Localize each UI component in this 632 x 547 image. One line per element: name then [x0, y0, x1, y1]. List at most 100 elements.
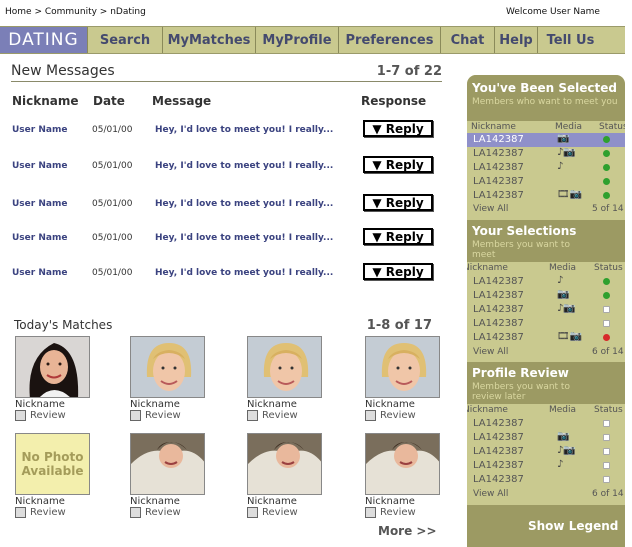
match-photo[interactable] [365, 433, 440, 495]
member-id[interactable]: LA142387 [473, 432, 524, 443]
member-id[interactable]: LA142387 [473, 290, 524, 301]
review-checkbox[interactable]: Review [247, 410, 337, 421]
member-row[interactable]: LA142387 📷 [467, 133, 625, 147]
message-text[interactable]: Hey, I'd love to meet you! I really... [155, 268, 333, 278]
review-checkbox[interactable]: Review [365, 507, 455, 518]
match-photo[interactable] [247, 336, 322, 398]
member-id[interactable]: LA142387 [473, 474, 524, 485]
reply-button[interactable]: ▼ Reply [363, 120, 433, 137]
member-row[interactable]: LA142387 📷 [467, 289, 625, 303]
member-id[interactable]: LA142387 [473, 148, 524, 159]
message-nickname[interactable]: User Name [12, 268, 67, 278]
member-row[interactable]: LA142387 ♪📷 [467, 147, 625, 161]
member-id[interactable]: LA142387 [473, 304, 524, 315]
message-date: 05/01/00 [92, 199, 133, 209]
match-nickname[interactable]: Nickname [247, 400, 337, 410]
match-card[interactable]: Nickname Review [247, 336, 337, 421]
no-photo-placeholder[interactable]: No Photo Available [15, 433, 90, 495]
media-icons: ♪ [557, 459, 564, 470]
member-row[interactable]: LA142387 [467, 175, 625, 189]
match-nickname[interactable]: Nickname [15, 497, 105, 507]
member-id[interactable]: LA142387 [473, 190, 524, 201]
member-row[interactable]: LA142387 [467, 317, 625, 331]
match-card[interactable]: Nickname Review [130, 433, 220, 518]
message-row[interactable]: User Name 05/01/00 Hey, I'd love to meet… [0, 262, 450, 286]
review-checkbox[interactable]: Review [15, 410, 105, 421]
reply-button[interactable]: ▼ Reply [363, 156, 433, 173]
message-text[interactable]: Hey, I'd love to meet you! I really... [155, 125, 333, 135]
review-checkbox[interactable]: Review [15, 507, 105, 518]
member-row[interactable]: LA142387 ♪📷 [467, 445, 625, 459]
review-checkbox[interactable]: Review [130, 410, 220, 421]
member-id[interactable]: LA142387 [473, 446, 524, 457]
member-row[interactable]: LA142387 ♪📷 [467, 303, 625, 317]
review-checkbox[interactable]: Review [365, 410, 455, 421]
message-nickname[interactable]: User Name [12, 233, 67, 243]
review-checkbox[interactable]: Review [247, 507, 337, 518]
message-row[interactable]: User Name 05/01/00 Hey, I'd love to meet… [0, 155, 450, 179]
member-row[interactable]: LA142387 ♪ [467, 275, 625, 289]
tab-search[interactable]: Search [88, 27, 163, 53]
review-label: Review [380, 506, 416, 518]
member-row[interactable]: LA142387 🎞📷 [467, 331, 625, 345]
message-text[interactable]: Hey, I'd love to meet you! I really... [155, 233, 333, 243]
match-photo[interactable] [365, 336, 440, 398]
member-id[interactable]: LA142387 [473, 332, 524, 343]
review-checkbox[interactable]: Review [130, 507, 220, 518]
member-id[interactable]: LA142387 [473, 418, 524, 429]
show-legend-button[interactable]: Show Legend [528, 519, 618, 533]
match-nickname[interactable]: Nickname [365, 497, 455, 507]
match-photo[interactable] [130, 336, 205, 398]
tab-chat[interactable]: Chat [441, 27, 495, 53]
member-row[interactable]: LA142387 ♪ [467, 161, 625, 175]
tab-mymatches[interactable]: MyMatches [163, 27, 256, 53]
match-photo[interactable] [247, 433, 322, 495]
tab-tell-us[interactable]: Tell Us [538, 27, 603, 53]
media-icons: ♪ [557, 275, 564, 286]
match-nickname[interactable]: Nickname [130, 497, 220, 507]
member-id[interactable]: LA142387 [473, 176, 524, 187]
member-row[interactable]: LA142387 [467, 417, 625, 431]
tab-help[interactable]: Help [495, 27, 538, 53]
message-row[interactable]: User Name 05/01/00 Hey, I'd love to meet… [0, 119, 450, 143]
message-text[interactable]: Hey, I'd love to meet you! I really... [155, 199, 333, 209]
message-row[interactable]: User Name 05/01/00 Hey, I'd love to meet… [0, 227, 450, 251]
reply-button[interactable]: ▼ Reply [363, 228, 433, 245]
member-id[interactable]: LA142387 [473, 276, 524, 287]
match-card[interactable]: Nickname Review [365, 433, 455, 518]
match-photo[interactable] [15, 336, 90, 398]
member-row[interactable]: LA142387 ♪ [467, 459, 625, 473]
match-card[interactable]: Nickname Review [15, 336, 105, 421]
match-card[interactable]: Nickname Review [247, 433, 337, 518]
more-matches-link[interactable]: More >> [378, 524, 437, 538]
match-card[interactable]: Nickname Review [365, 336, 455, 421]
member-id[interactable]: LA142387 [473, 162, 524, 173]
tab-myprofile[interactable]: MyProfile [256, 27, 339, 53]
match-card[interactable]: Nickname Review [130, 336, 220, 421]
tab-preferences[interactable]: Preferences [339, 27, 441, 53]
message-nickname[interactable]: User Name [12, 199, 67, 209]
view-all-link[interactable]: View All [473, 489, 508, 499]
member-row[interactable]: LA142387 [467, 473, 625, 487]
message-nickname[interactable]: User Name [12, 161, 67, 171]
match-nickname[interactable]: Nickname [130, 400, 220, 410]
member-id[interactable]: LA142387 [473, 134, 524, 145]
match-nickname[interactable]: Nickname [365, 400, 455, 410]
match-photo[interactable] [130, 433, 205, 495]
reply-button[interactable]: ▼ Reply [363, 194, 433, 211]
match-nickname[interactable]: Nickname [15, 400, 105, 410]
message-row[interactable]: User Name 05/01/00 Hey, I'd love to meet… [0, 193, 450, 217]
member-row[interactable]: LA142387 📷 [467, 431, 625, 445]
breadcrumb[interactable]: Home > Community > nDating [5, 7, 146, 17]
member-id[interactable]: LA142387 [473, 460, 524, 471]
reply-button[interactable]: ▼ Reply [363, 263, 433, 280]
member-id[interactable]: LA142387 [473, 318, 524, 329]
message-text[interactable]: Hey, I'd love to meet you! I really... [155, 161, 333, 171]
view-all-link[interactable]: View All [473, 347, 508, 357]
member-row[interactable]: LA142387 🎞📷 [467, 189, 625, 203]
message-nickname[interactable]: User Name [12, 125, 67, 135]
view-all-link[interactable]: View All [473, 204, 508, 214]
tab-dating[interactable]: DATING [0, 27, 88, 53]
match-nickname[interactable]: Nickname [247, 497, 337, 507]
match-card[interactable]: No Photo Available Nickname Review [15, 433, 105, 518]
